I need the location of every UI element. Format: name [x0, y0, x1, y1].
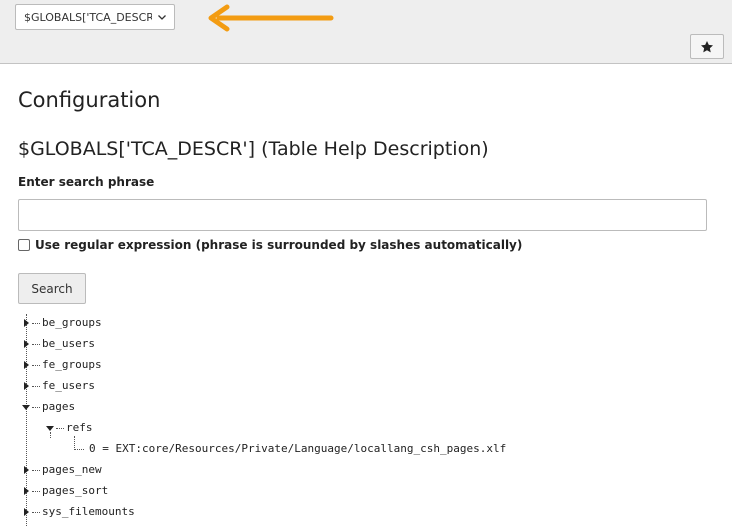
expand-icon: [24, 508, 29, 516]
expand-icon: [24, 340, 29, 348]
tree-guide-line: [74, 436, 75, 450]
regex-option: Use regular expression (phrase is surrou…: [18, 238, 522, 252]
configuration-select-value: $GLOBALS['TCA_DESCR']: [24, 10, 152, 24]
collapse-icon: [46, 426, 54, 431]
tree-item-label: sys_filemounts: [42, 505, 135, 518]
tree-item-label: be_groups: [42, 316, 102, 329]
tree-guide-line: [50, 432, 51, 438]
collapse-icon: [22, 405, 30, 410]
tree-item-label: fe_users: [42, 379, 95, 392]
star-icon: [700, 40, 714, 52]
search-input[interactable]: [18, 199, 707, 231]
tree-item-label: fe_groups: [42, 358, 102, 371]
search-button[interactable]: Search: [18, 273, 86, 304]
chevron-down-icon: [158, 15, 166, 20]
regex-checkbox[interactable]: [18, 239, 30, 251]
expand-icon: [24, 319, 29, 327]
page-title: Configuration: [18, 88, 161, 112]
tree-item-label: be_users: [42, 337, 95, 350]
expand-icon: [24, 361, 29, 369]
section-title: $GLOBALS['TCA_DESCR'] (Table Help Descri…: [18, 138, 489, 160]
arrow-left-icon: [208, 4, 334, 32]
tree-item-label: pages_sort: [42, 484, 109, 497]
search-label: Enter search phrase: [18, 175, 155, 189]
regex-label: Use regular expression (phrase is surrou…: [35, 238, 523, 252]
tree-item-label: refs: [66, 421, 93, 434]
bookmark-button[interactable]: [690, 34, 724, 59]
tree-item-label: 0 = EXT:core/Resources/Private/Language/…: [89, 442, 507, 455]
tree-item-label: pages_new: [42, 463, 102, 476]
expand-icon: [24, 382, 29, 390]
tree-item-label: pages: [42, 400, 76, 413]
expand-icon: [24, 487, 29, 495]
expand-icon: [24, 466, 29, 474]
configuration-select[interactable]: $GLOBALS['TCA_DESCR']: [15, 4, 175, 30]
doc-header: $GLOBALS['TCA_DESCR']: [0, 0, 732, 64]
